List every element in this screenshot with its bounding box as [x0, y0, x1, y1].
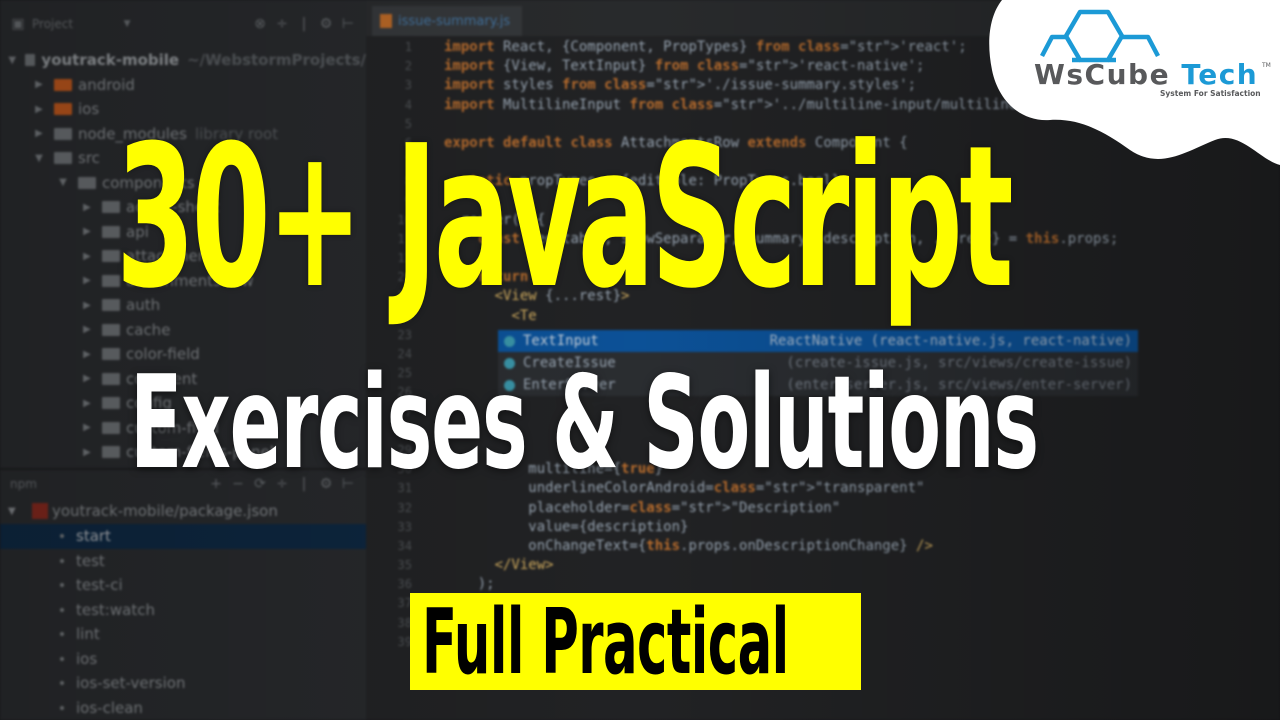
logo-name-part2: Tech	[1181, 58, 1259, 91]
logo-trademark: TM	[1262, 62, 1271, 69]
logo-name-part1: WsCube	[1034, 58, 1171, 91]
full-practical-badge-text: Full Practical	[422, 590, 789, 695]
logo-wordmark: WsCube Tech	[1034, 58, 1258, 91]
headline-line-1: 30+ JavaScript	[116, 104, 1014, 332]
logo-tagline: System For Satisfaction	[1160, 89, 1261, 98]
headline-line-2: Exercises & Solutions	[130, 349, 1039, 498]
